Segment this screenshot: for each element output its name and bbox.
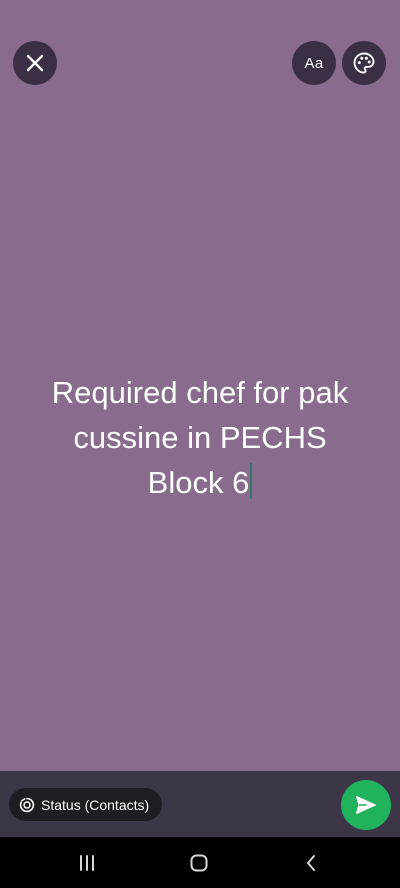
- status-audience-label: Status (Contacts): [41, 796, 150, 813]
- back-icon: [304, 853, 318, 873]
- status-ring-icon: [19, 797, 35, 813]
- status-text-line: Block 6: [147, 465, 250, 500]
- font-style-button[interactable]: Aa: [292, 41, 336, 85]
- back-button[interactable]: [297, 849, 325, 877]
- font-style-label: Aa: [304, 54, 324, 72]
- recents-icon: [77, 854, 97, 872]
- status-text-editor[interactable]: Required chef for pak cussine in PECHS B…: [20, 370, 380, 505]
- send-button[interactable]: [341, 780, 391, 830]
- color-palette-button[interactable]: [342, 41, 386, 85]
- status-text-last-line: Block 6: [20, 460, 380, 505]
- status-text-canvas[interactable]: Aa Required chef for pak cussine in PECH…: [0, 0, 400, 771]
- status-text-line: Required chef for pak: [51, 375, 349, 410]
- palette-icon: [352, 51, 376, 75]
- recents-button[interactable]: [73, 849, 101, 877]
- home-button[interactable]: [185, 849, 213, 877]
- status-audience-button[interactable]: Status (Contacts): [9, 788, 163, 821]
- close-button[interactable]: [13, 41, 57, 85]
- home-icon: [189, 853, 209, 873]
- composer-bottom-bar: Status (Contacts): [0, 771, 400, 837]
- status-text-line: cussine in PECHS: [73, 420, 327, 455]
- close-icon: [26, 54, 44, 72]
- send-icon: [355, 795, 377, 815]
- text-cursor: [250, 463, 253, 499]
- system-navigation-bar: [0, 837, 400, 888]
